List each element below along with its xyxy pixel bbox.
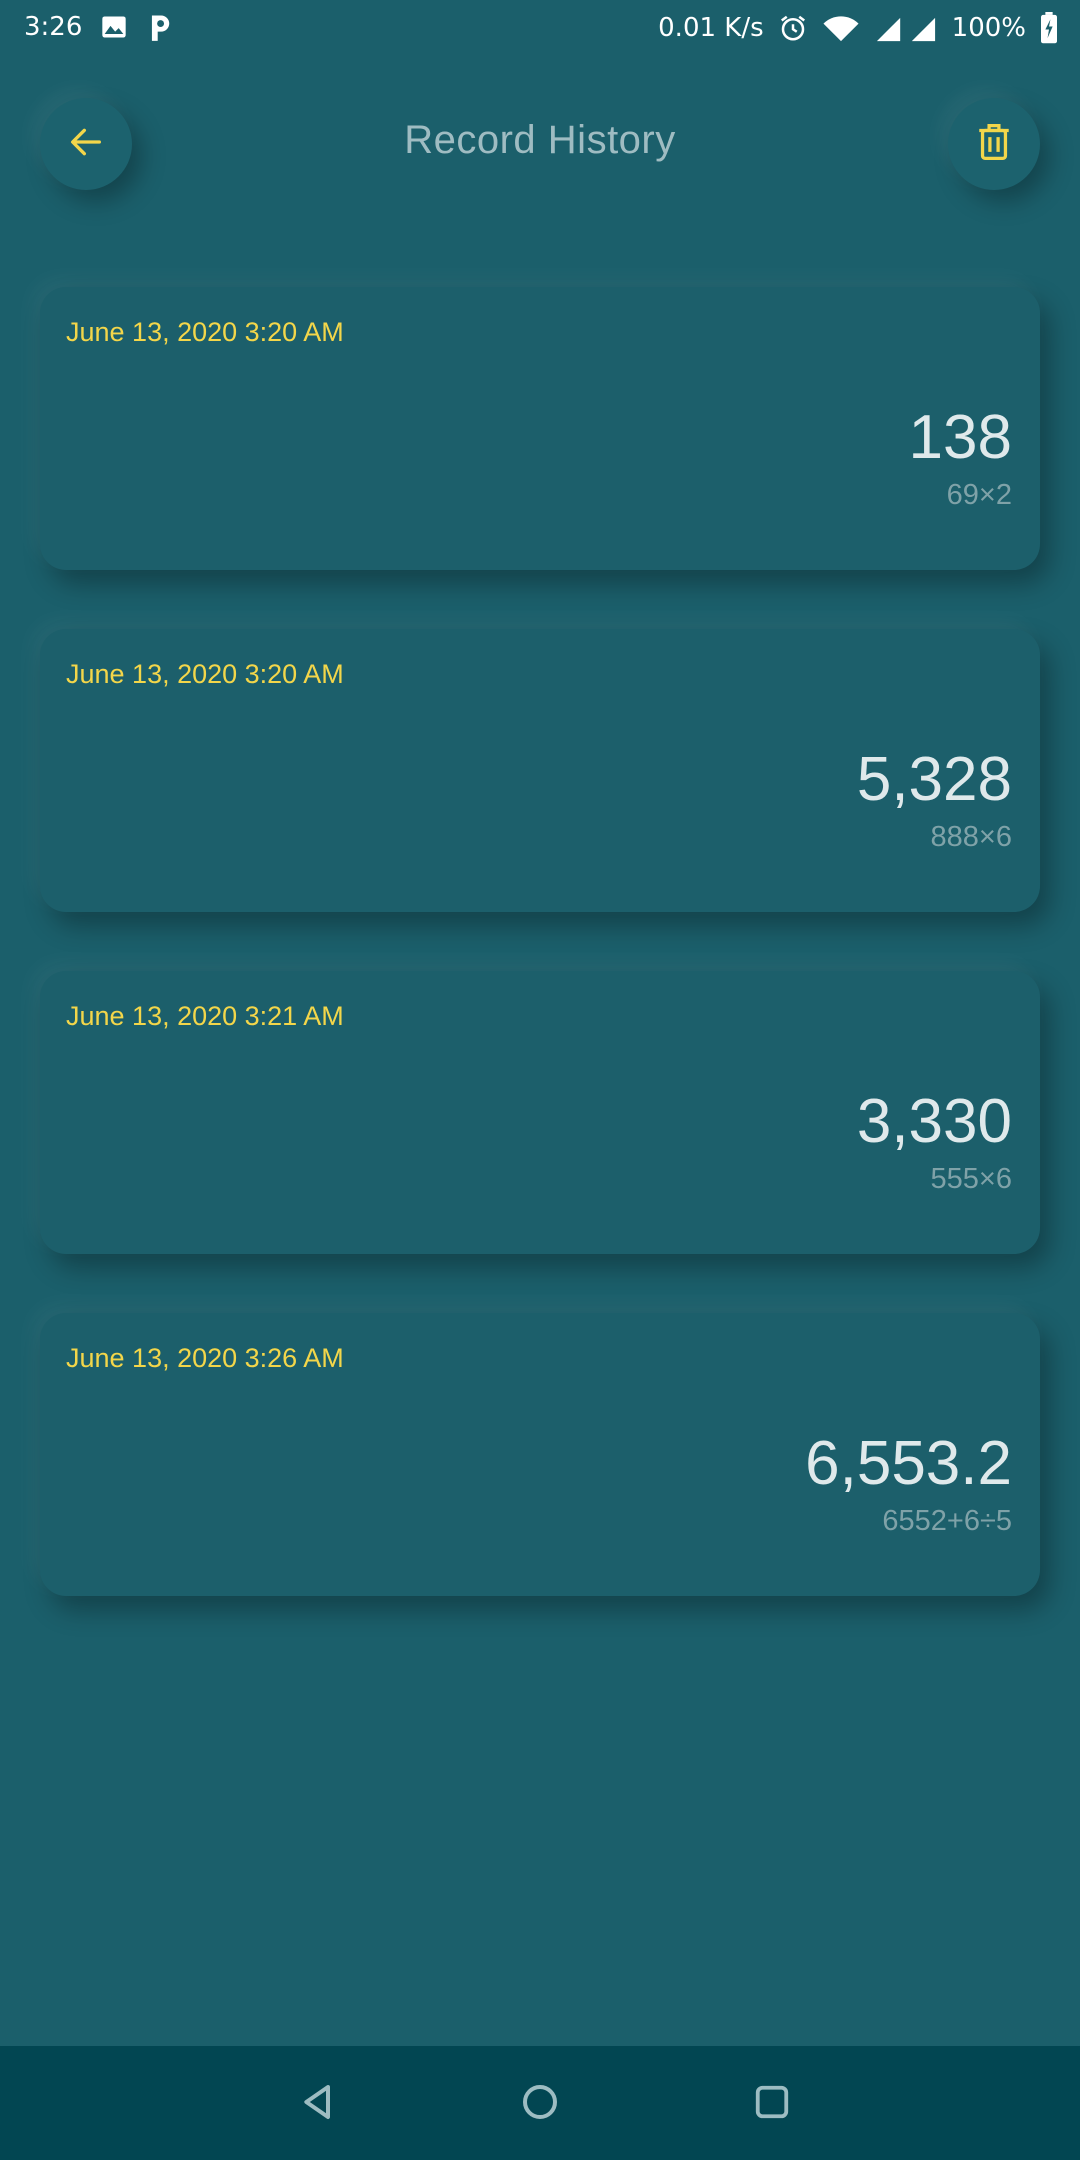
circle-home-icon (520, 2082, 560, 2126)
record-card[interactable]: June 13, 2020 3:20 AM 138 69×2 (40, 287, 1040, 570)
battery-charging-icon (1040, 12, 1058, 44)
record-card[interactable]: June 13, 2020 3:21 AM 3,330 555×6 (40, 971, 1040, 1254)
record-list: June 13, 2020 3:20 AM 138 69×2 June 13, … (40, 287, 1040, 1655)
status-bar: 3:26 0.01 K/s 100% (0, 0, 1080, 58)
status-time: 3:26 (24, 12, 83, 42)
clear-history-button[interactable] (948, 98, 1040, 190)
square-recents-icon (753, 2083, 791, 2125)
record-date: June 13, 2020 3:20 AM (66, 317, 344, 347)
record-expression: 888×6 (930, 821, 1012, 853)
signal-icon (874, 13, 938, 43)
record-date: June 13, 2020 3:21 AM (66, 1001, 344, 1031)
alarm-icon (778, 13, 808, 43)
record-result: 5,328 (856, 745, 1012, 814)
record-card[interactable]: June 13, 2020 3:26 AM 6,553.2 6552+6÷5 (40, 1313, 1040, 1596)
battery-label: 100% (951, 13, 1026, 43)
net-speed: 0.01 K/s (658, 13, 764, 43)
record-date: June 13, 2020 3:26 AM (66, 1343, 344, 1373)
image-icon (100, 13, 128, 41)
nav-home-button[interactable] (512, 2076, 568, 2132)
record-expression: 69×2 (946, 479, 1012, 511)
record-card[interactable]: June 13, 2020 3:20 AM 5,328 888×6 (40, 629, 1040, 912)
status-right: 0.01 K/s 100% (658, 12, 1058, 44)
nav-back-button[interactable] (290, 2076, 346, 2132)
record-result: 3,330 (856, 1087, 1012, 1156)
record-date: June 13, 2020 3:20 AM (66, 659, 344, 689)
parking-app-icon (146, 12, 174, 42)
nav-recents-button[interactable] (744, 2076, 800, 2132)
record-result: 138 (908, 403, 1012, 472)
system-nav-bar (0, 2046, 1080, 2160)
trash-icon (976, 122, 1012, 166)
record-expression: 555×6 (930, 1163, 1012, 1195)
triangle-back-icon (298, 2081, 338, 2127)
status-left: 3:26 (24, 12, 174, 42)
wifi-icon (822, 13, 860, 43)
page-title: Record History (404, 118, 676, 162)
app-bar: Record History (0, 96, 1080, 192)
record-expression: 6552+6÷5 (882, 1505, 1012, 1537)
record-result: 6,553.2 (805, 1429, 1012, 1498)
